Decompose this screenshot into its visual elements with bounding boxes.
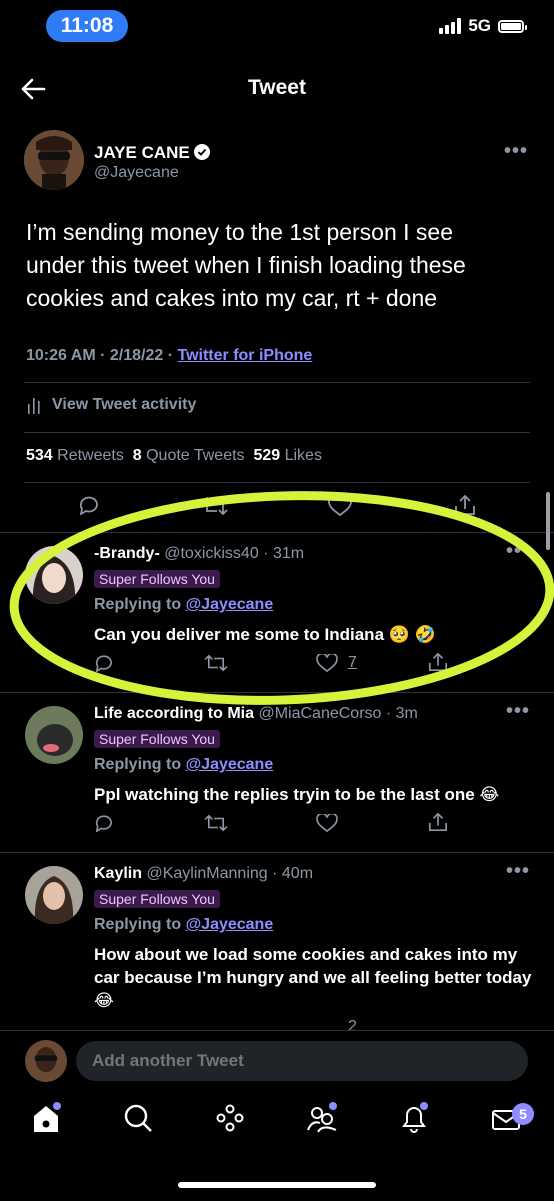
reply-header: Life according to Mia @MiaCaneCorso · 3m: [94, 705, 418, 722]
retweets-stat[interactable]: 534 Retweets: [26, 447, 124, 464]
notifications-icon[interactable]: [394, 1098, 434, 1138]
reply-avatar-mia[interactable]: [25, 706, 83, 764]
retweet-icon[interactable]: [204, 814, 228, 832]
verified-badge-icon: [194, 144, 211, 160]
like-icon[interactable]: [316, 814, 338, 832]
quotes-stat[interactable]: 8 Quote Tweets: [133, 447, 245, 464]
search-icon[interactable]: [118, 1098, 158, 1138]
tweet-timestamp: 10:26 AM · 2/18/22 · Twitter for iPhone: [26, 347, 313, 364]
like-icon[interactable]: [316, 654, 338, 672]
reply-header: -Brandy- @toxickiss40 · 31m: [94, 545, 305, 562]
composer-avatar: [25, 1040, 67, 1082]
reply-icon[interactable]: [94, 654, 114, 672]
retweet-icon[interactable]: [204, 654, 228, 672]
share-icon[interactable]: [454, 494, 476, 516]
super-follows-badge: Super Follows You: [94, 570, 220, 588]
retweet-icon[interactable]: [202, 496, 228, 516]
scrollbar[interactable]: [546, 492, 550, 550]
signal-icon: [439, 18, 462, 34]
status-time: 11:08: [46, 10, 128, 42]
home-icon[interactable]: [26, 1098, 66, 1138]
author-name[interactable]: JAYE CANE: [94, 143, 211, 163]
network-label: 5G: [468, 16, 491, 35]
mention-link[interactable]: @Jayecane: [186, 596, 274, 613]
share-icon[interactable]: [428, 652, 448, 672]
reply-header: Kaylin @KaylinManning · 40m: [94, 865, 314, 882]
share-icon[interactable]: [428, 812, 448, 832]
view-activity[interactable]: View Tweet activity: [26, 396, 196, 414]
bar-chart-icon: [28, 398, 40, 414]
reply-actions: [94, 812, 454, 836]
reply-text: Can you deliver me some to Indiana 🥺 🤣: [94, 625, 436, 644]
mention-link[interactable]: @Jayecane: [186, 916, 274, 933]
reply-more-icon[interactable]: •••: [506, 860, 530, 883]
engagement-stats: 534 Retweets 8 Quote Tweets 529 Likes: [26, 447, 322, 465]
author-avatar[interactable]: [24, 130, 84, 190]
reply-text: Ppl watching the replies tryin to be the…: [94, 785, 500, 804]
reply-actions-partial: 2: [94, 1018, 454, 1030]
reply-actions: 7: [94, 652, 454, 676]
more-options-icon[interactable]: •••: [504, 140, 528, 163]
spaces-icon[interactable]: [210, 1098, 250, 1138]
like-icon[interactable]: [328, 496, 352, 516]
like-count: 2: [348, 1018, 357, 1030]
battery-icon: [498, 19, 527, 33]
reply-icon[interactable]: [94, 814, 114, 832]
communities-icon[interactable]: [302, 1098, 342, 1138]
reply-icon[interactable]: [78, 495, 100, 515]
replying-to: Replying to @Jayecane: [94, 756, 274, 773]
status-indicators: 5G: [439, 16, 527, 36]
home-indicator: [178, 1182, 376, 1188]
author-handle[interactable]: @Jayecane: [94, 164, 179, 182]
reply-avatar-brandy[interactable]: [25, 546, 83, 604]
super-follows-badge: Super Follows You: [94, 730, 220, 748]
messages-badge: 5: [512, 1103, 534, 1125]
like-count: 7: [348, 654, 357, 671]
tweet-source-link[interactable]: Twitter for iPhone: [177, 347, 312, 364]
reply-text: How about we load some cookies and cakes…: [94, 945, 532, 1010]
super-follows-badge: Super Follows You: [94, 890, 220, 908]
reply-avatar-kaylin[interactable]: [25, 866, 83, 924]
mention-link[interactable]: @Jayecane: [186, 756, 274, 773]
page-title: Tweet: [248, 76, 306, 99]
replying-to: Replying to @Jayecane: [94, 596, 274, 613]
reply-more-icon[interactable]: •••: [506, 540, 530, 563]
tweet-text: I’m sending money to the 1st person I se…: [26, 219, 466, 311]
reply-more-icon[interactable]: •••: [506, 700, 530, 723]
likes-stat[interactable]: 529 Likes: [253, 447, 322, 464]
replying-to: Replying to @Jayecane: [94, 916, 274, 933]
reply-composer-input[interactable]: [76, 1041, 528, 1081]
